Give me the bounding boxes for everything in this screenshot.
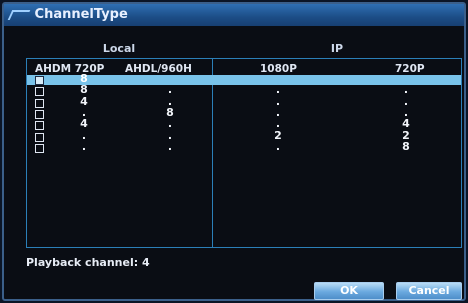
window-title: ChannelType [34, 7, 128, 22]
channel-checkbox[interactable] [35, 143, 44, 153]
channel-grid: AHDM 720P AHDL/960H 1080P 720P 88...4...… [26, 58, 462, 248]
channel-checkbox[interactable] [35, 132, 44, 142]
channel-checkbox[interactable] [35, 76, 44, 85]
channel-type-dialog: ChannelType Local IP AHDM 720P AHDL/960H… [2, 2, 466, 301]
title-bar: ChannelType [4, 4, 464, 26]
channel-checkbox[interactable] [35, 109, 44, 119]
channel-cell: . [275, 139, 281, 153]
channel-checkbox[interactable] [35, 98, 44, 108]
ok-button[interactable]: OK [314, 282, 384, 300]
playback-channel-label: Playback channel: 4 [26, 256, 150, 269]
channel-cell: . [81, 139, 87, 153]
cancel-button[interactable]: Cancel [396, 282, 462, 300]
channel-checkbox[interactable] [35, 87, 44, 97]
channel-cell: . [167, 139, 173, 153]
channel-row[interactable]: ... 8 [27, 139, 461, 153]
channel-checkbox[interactable] [35, 121, 44, 131]
channel-cell: 8 [402, 139, 410, 153]
title-icon [7, 10, 31, 20]
